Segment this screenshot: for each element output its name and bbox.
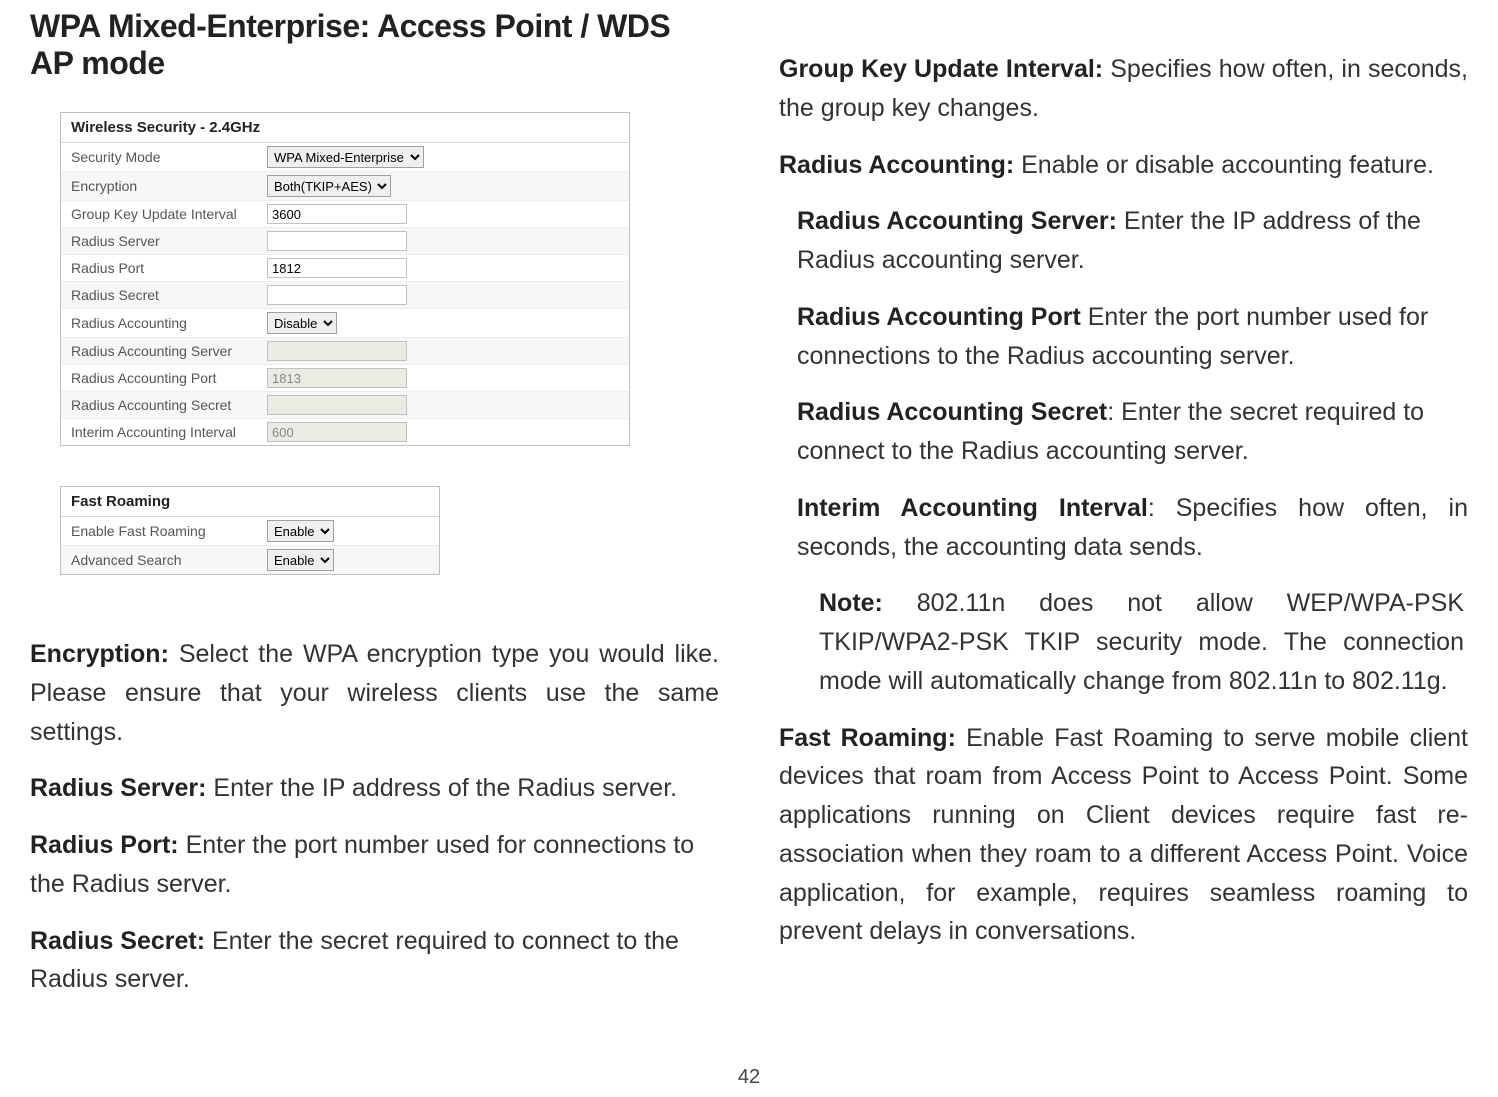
term-fast-roaming: Fast Roaming:	[779, 724, 956, 752]
row-enable-fast-roaming: Enable Fast Roaming Enable	[61, 517, 439, 546]
page-number: 42	[0, 1066, 1498, 1089]
ra-server-input	[267, 341, 407, 361]
label-radius-accounting: Radius Accounting	[61, 311, 261, 335]
term-note: Note:	[819, 589, 883, 617]
row-encryption: Encryption Both(TKIP+AES)	[61, 172, 629, 201]
label-radius-secret: Radius Secret	[61, 283, 261, 307]
para-ra-port: Radius Accounting Port Enter the port nu…	[779, 298, 1468, 376]
encryption-select[interactable]: Both(TKIP+AES)	[267, 175, 391, 197]
label-encryption: Encryption	[61, 174, 261, 198]
para-ra: Radius Accounting: Enable or disable acc…	[779, 146, 1468, 185]
enable-fast-roaming-select[interactable]: Enable	[267, 520, 334, 542]
term-interim: Interim Accounting Interval	[797, 494, 1148, 522]
label-ra-port: Radius Accounting Port	[61, 366, 261, 390]
ra-port-input	[267, 368, 407, 388]
label-group-key: Group Key Update Interval	[61, 202, 261, 226]
term-radius-port: Radius Port:	[30, 831, 179, 859]
wireless-security-panel: Wireless Security - 2.4GHz Security Mode…	[60, 112, 630, 446]
para-radius-server: Radius Server: Enter the IP address of t…	[30, 769, 719, 808]
para-interim: Interim Accounting Interval: Specifies h…	[779, 489, 1468, 567]
term-group-key: Group Key Update Interval:	[779, 55, 1103, 83]
fast-roaming-header: Fast Roaming	[61, 487, 439, 517]
row-radius-port: Radius Port	[61, 255, 629, 282]
group-key-input[interactable]	[267, 204, 407, 224]
term-encryption: Encryption:	[30, 640, 169, 668]
para-encryption: Encryption: Select the WPA encryption ty…	[30, 635, 719, 751]
label-ra-secret: Radius Accounting Secret	[61, 393, 261, 417]
term-ra-secret: Radius Accounting Secret	[797, 398, 1107, 426]
row-security-mode: Security Mode WPA Mixed-Enterprise	[61, 143, 629, 172]
radius-secret-input[interactable]	[267, 285, 407, 305]
wireless-security-header: Wireless Security - 2.4GHz	[61, 113, 629, 143]
label-radius-server: Radius Server	[61, 229, 261, 253]
term-ra-server: Radius Accounting Server:	[797, 207, 1117, 235]
text-fast-roaming: Enable Fast Roaming to serve mobile clie…	[779, 724, 1468, 946]
para-note: Note: 802.11n does not allow WEP/WPA-PSK…	[779, 584, 1468, 700]
term-radius-secret: Radius Secret:	[30, 927, 205, 955]
text-ra: Enable or disable accounting feature.	[1014, 151, 1434, 179]
radius-accounting-select[interactable]: Disable	[267, 312, 337, 334]
para-group-key: Group Key Update Interval: Specifies how…	[779, 50, 1468, 128]
para-radius-secret: Radius Secret: Enter the secret required…	[30, 922, 719, 1000]
term-ra: Radius Accounting:	[779, 151, 1014, 179]
label-radius-port: Radius Port	[61, 256, 261, 280]
radius-port-input[interactable]	[267, 258, 407, 278]
label-security-mode: Security Mode	[61, 145, 261, 169]
row-ra-port: Radius Accounting Port	[61, 365, 629, 392]
term-radius-server: Radius Server:	[30, 774, 206, 802]
row-radius-accounting: Radius Accounting Disable	[61, 309, 629, 338]
text-radius-server: Enter the IP address of the Radius serve…	[206, 774, 677, 802]
interim-input	[267, 422, 407, 442]
row-ra-server: Radius Accounting Server	[61, 338, 629, 365]
para-radius-port: Radius Port: Enter the port number used …	[30, 826, 719, 904]
label-ra-server: Radius Accounting Server	[61, 339, 261, 363]
security-mode-select[interactable]: WPA Mixed-Enterprise	[267, 146, 424, 168]
label-enable-fast-roaming: Enable Fast Roaming	[61, 519, 261, 543]
row-ra-secret: Radius Accounting Secret	[61, 392, 629, 419]
row-interim: Interim Accounting Interval	[61, 419, 629, 445]
row-group-key: Group Key Update Interval	[61, 201, 629, 228]
para-fast-roaming: Fast Roaming: Enable Fast Roaming to ser…	[779, 719, 1468, 952]
label-advanced-search: Advanced Search	[61, 548, 261, 572]
para-ra-secret: Radius Accounting Secret: Enter the secr…	[779, 393, 1468, 471]
row-advanced-search: Advanced Search Enable	[61, 546, 439, 574]
label-interim: Interim Accounting Interval	[61, 420, 261, 444]
row-radius-secret: Radius Secret	[61, 282, 629, 309]
term-ra-port: Radius Accounting Port	[797, 303, 1081, 331]
row-radius-server: Radius Server	[61, 228, 629, 255]
fast-roaming-panel: Fast Roaming Enable Fast Roaming Enable …	[60, 486, 440, 575]
ra-secret-input	[267, 395, 407, 415]
para-ra-server: Radius Accounting Server: Enter the IP a…	[779, 202, 1468, 280]
advanced-search-select[interactable]: Enable	[267, 549, 334, 571]
radius-server-input[interactable]	[267, 231, 407, 251]
page-title: WPA Mixed-Enterprise: Access Point / WDS…	[30, 8, 719, 82]
text-note: 802.11n does not allow WEP/WPA-PSK TKIP/…	[819, 589, 1464, 695]
